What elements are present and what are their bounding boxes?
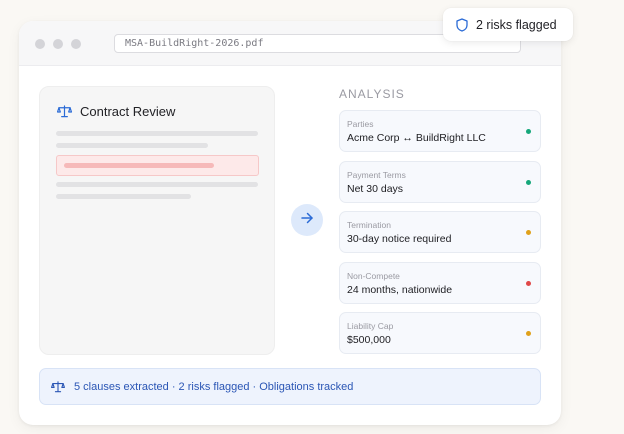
status-dot (526, 129, 531, 134)
status-dot (526, 331, 531, 336)
field-non-compete[interactable]: Non-Compete 24 months, nationwide (339, 262, 541, 304)
field-label: Payment Terms (347, 170, 406, 180)
field-label: Termination (347, 220, 391, 230)
field-value: 30-day notice required (347, 233, 452, 245)
window-maximize-dot[interactable] (71, 39, 81, 49)
analysis-heading: ANALYSIS (339, 87, 405, 101)
risk-badge-text: 2 risks flagged (476, 17, 557, 32)
summary-text: 5 clauses extracted · 2 risks flagged · … (74, 380, 354, 393)
text-line (56, 131, 258, 136)
text-line (56, 194, 191, 199)
status-dot (526, 230, 531, 235)
text-line (56, 143, 208, 148)
window-minimize-dot[interactable] (53, 39, 63, 49)
field-label: Liability Cap (347, 321, 394, 331)
field-termination[interactable]: Termination 30-day notice required (339, 211, 541, 253)
field-value: Net 30 days (347, 183, 404, 195)
browser-window: MSA-BuildRight-2026.pdf Contract Review (19, 21, 561, 425)
arrow-right-icon (300, 211, 314, 230)
field-label: Parties (347, 119, 374, 129)
status-dot (526, 281, 531, 286)
flagged-clause[interactable] (56, 155, 259, 176)
summary-bar: 5 clauses extracted · 2 risks flagged · … (39, 368, 541, 405)
text-line (56, 182, 258, 187)
field-label: Non-Compete (347, 271, 400, 281)
field-parties[interactable]: Parties Acme Corp ↔ BuildRight LLC (339, 110, 541, 152)
field-liability-cap[interactable]: Liability Cap $500,000 (339, 312, 541, 354)
document-header: Contract Review (57, 104, 175, 119)
analyze-arrow-button[interactable] (291, 204, 323, 236)
field-payment-terms[interactable]: Payment Terms Net 30 days (339, 161, 541, 203)
risk-badge[interactable]: 2 risks flagged (443, 8, 573, 41)
shield-icon (456, 17, 468, 32)
field-value: 24 months, nationwide (347, 284, 453, 296)
document-preview: Contract Review (39, 86, 275, 355)
scale-icon (51, 380, 65, 393)
document-title: Contract Review (80, 104, 176, 119)
scale-icon (57, 105, 72, 118)
field-value: $500,000 (347, 334, 391, 346)
flagged-clause-line (64, 163, 214, 168)
field-value: Acme Corp ↔ BuildRight LLC (347, 132, 486, 144)
window-close-dot[interactable] (35, 39, 45, 49)
status-dot (526, 180, 531, 185)
